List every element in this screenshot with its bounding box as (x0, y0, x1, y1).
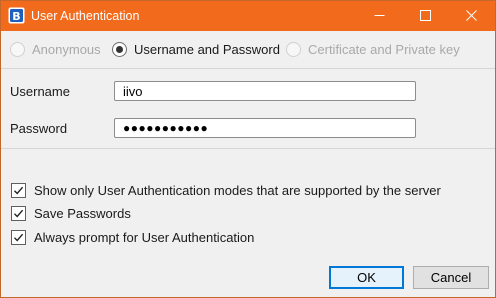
minimize-button[interactable] (357, 1, 403, 31)
username-label: Username (10, 84, 70, 99)
ok-button[interactable]: OK (329, 266, 404, 289)
divider (1, 68, 495, 69)
password-label: Password (10, 121, 68, 136)
radio-circle (10, 42, 25, 57)
radio-label: Anonymous (32, 42, 101, 57)
checkbox-box (11, 206, 26, 221)
checkbox-label: Show only User Authentication modes that… (34, 183, 441, 198)
checkmark-icon (14, 233, 24, 242)
app-logo-icon: B (8, 7, 25, 24)
password-field[interactable]: ●●●●●●●●●●● (114, 118, 416, 138)
checkbox-box (11, 183, 26, 198)
checkmark-icon (14, 209, 24, 218)
maximize-icon (420, 10, 431, 21)
checkmark-icon (14, 186, 24, 195)
title-bar[interactable]: B User Authentication (1, 1, 495, 31)
window-title: User Authentication (31, 9, 140, 23)
username-field[interactable]: iivo (114, 81, 416, 101)
close-button[interactable] (449, 1, 495, 31)
minimize-icon (374, 15, 385, 16)
auth-mode-group: Anonymous Username and Password Certific… (1, 39, 495, 63)
checkbox-label: Save Passwords (34, 206, 131, 221)
divider (1, 148, 495, 149)
maximize-button[interactable] (403, 1, 449, 31)
checkbox-box (11, 230, 26, 245)
svg-text:B: B (12, 10, 20, 23)
radio-label: Username and Password (134, 42, 280, 57)
radio-circle (112, 42, 127, 57)
checkbox-label: Always prompt for User Authentication (34, 230, 255, 245)
cancel-button[interactable]: Cancel (413, 266, 489, 289)
radio-label: Certificate and Private key (308, 42, 460, 57)
close-icon (466, 10, 477, 21)
user-authentication-dialog: B User Authentication Anonymous Username… (0, 0, 496, 298)
radio-circle (286, 42, 301, 57)
